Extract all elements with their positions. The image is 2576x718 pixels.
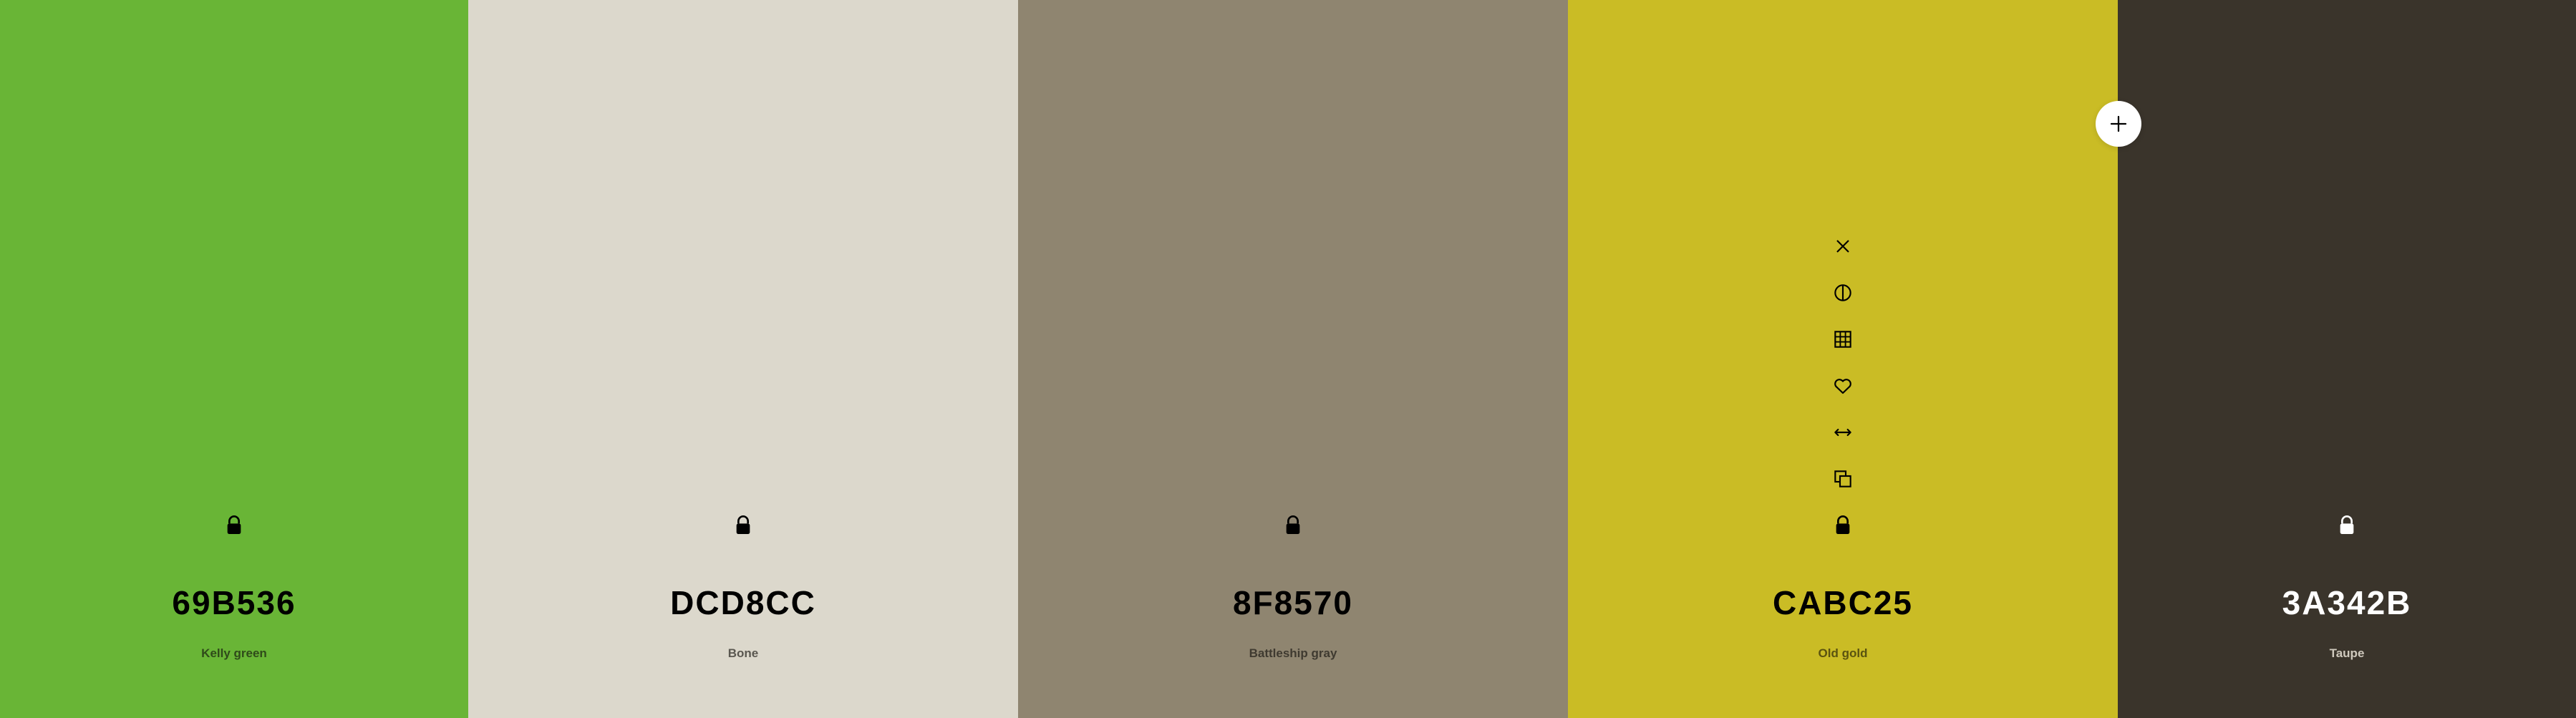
swatch-bone[interactable]: DCD8CC Bone: [468, 0, 1018, 718]
swatch-name[interactable]: Battleship gray: [1018, 646, 1568, 661]
swatch-kelly-green[interactable]: 69B536 Kelly green: [0, 0, 468, 718]
swatch-hex[interactable]: 3A342B: [2118, 583, 2576, 622]
swatch-name[interactable]: Bone: [468, 646, 1018, 661]
lock-icon[interactable]: [221, 513, 247, 538]
copy-icon[interactable]: [1830, 466, 1856, 492]
swatch-hex[interactable]: 69B536: [0, 583, 468, 622]
remove-icon[interactable]: [1830, 233, 1856, 259]
swatch-old-gold[interactable]: CABC25 Old gold: [1568, 0, 2118, 718]
plus-icon: [2108, 113, 2129, 135]
heart-icon[interactable]: [1830, 373, 1856, 399]
swatch-taupe[interactable]: 3A342B Taupe: [2118, 0, 2576, 718]
swatch-hex[interactable]: DCD8CC: [468, 583, 1018, 622]
swatch-hex[interactable]: CABC25: [1568, 583, 2118, 622]
swatch-name[interactable]: Kelly green: [0, 646, 468, 661]
swatch-name[interactable]: Old gold: [1568, 646, 2118, 661]
add-color-button[interactable]: [2096, 101, 2141, 147]
swatch-battleship-gray[interactable]: 8F8570 Battleship gray: [1018, 0, 1568, 718]
swatch-hex[interactable]: 8F8570: [1018, 583, 1568, 622]
lock-icon[interactable]: [2334, 513, 2360, 538]
lock-icon[interactable]: [1280, 513, 1306, 538]
palette: 69B536 Kelly green DCD8CC Bone 8F8570 Ba…: [0, 0, 2576, 718]
lock-icon[interactable]: [730, 513, 756, 538]
drag-icon[interactable]: [1830, 419, 1856, 445]
lock-icon[interactable]: [1830, 513, 1856, 538]
swatch-name[interactable]: Taupe: [2118, 646, 2576, 661]
grid-icon[interactable]: [1830, 326, 1856, 352]
shades-icon[interactable]: [1830, 280, 1856, 306]
